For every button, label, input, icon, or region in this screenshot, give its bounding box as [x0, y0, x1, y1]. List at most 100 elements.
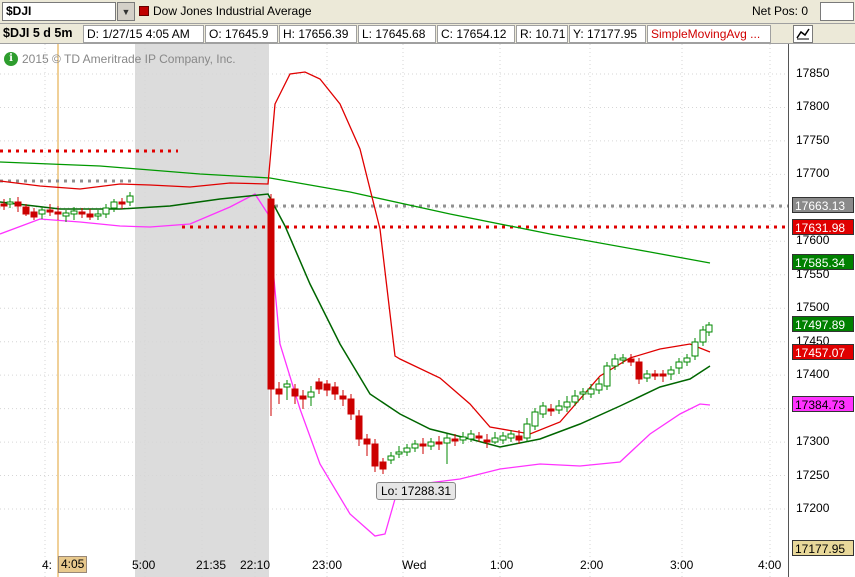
candle-up: [539, 405, 547, 415]
candle-up: [38, 209, 46, 215]
candle-down: [291, 388, 299, 397]
candle-up: [643, 373, 651, 379]
candle-up: [102, 207, 110, 215]
candle-up: [307, 391, 315, 398]
style-settings-button[interactable]: [793, 25, 813, 43]
time-tick-label: 4:00: [758, 558, 782, 572]
price-tick-label: 17750: [796, 132, 830, 147]
candle-down: [363, 438, 371, 445]
candle-up: [611, 358, 619, 367]
time-tick-label: Wed: [402, 558, 427, 572]
candle-down: [118, 201, 126, 205]
candle-down: [54, 211, 62, 215]
candle-up: [110, 201, 118, 209]
info-icon[interactable]: i: [4, 52, 18, 66]
price-tick-label: 17250: [796, 467, 830, 482]
candle-up: [579, 391, 587, 395]
candle-up: [499, 435, 507, 441]
price-marker-tag: 17497.89: [792, 316, 854, 332]
candle-up: [387, 455, 395, 461]
candle-down: [371, 443, 379, 467]
candle-up: [587, 388, 595, 395]
aggregation-label[interactable]: $DJI 5 d 5m: [2, 25, 82, 43]
info-bar: $DJI 5 d 5m D: 1/27/15 4:05 AM O: 17645.…: [0, 24, 855, 44]
candle-up: [699, 329, 707, 343]
candle-up: [523, 423, 531, 439]
price-tick-label: 17850: [796, 66, 830, 80]
study-cell[interactable]: SimpleMovingAvg ...: [647, 25, 771, 43]
time-tick-label: 5:00: [132, 558, 156, 572]
price-tick-label: 17200: [796, 501, 830, 515]
candle-down: [515, 435, 523, 441]
date-cell: D: 1/27/15 4:05 AM: [83, 25, 204, 43]
candle-up: [563, 401, 571, 408]
candle-down: [635, 361, 643, 380]
settings-icon: [796, 28, 810, 40]
net-position: Net Pos: 0: [752, 4, 809, 18]
candle-up: [667, 369, 675, 375]
time-tick-label: 3:00: [670, 558, 694, 572]
candle-down: [78, 211, 86, 215]
candle-up: [507, 433, 515, 439]
candle-down: [323, 383, 331, 391]
candle-up: [70, 210, 78, 215]
candle-up: [675, 361, 683, 369]
price-marker-tag: 17631.98: [792, 219, 854, 235]
candle-down: [14, 201, 22, 207]
candle-down: [435, 441, 443, 445]
symbol-input[interactable]: $DJI: [2, 2, 116, 21]
price-axis-ticks: 1785017800177501770017650176001755017500…: [789, 44, 855, 577]
candle-down: [627, 358, 635, 363]
candle-down: [46, 209, 54, 213]
symbol-description: Dow Jones Industrial Average: [153, 4, 312, 18]
candle-down: [379, 461, 387, 470]
candle-up: [6, 201, 14, 205]
price-tick-label: 17800: [796, 99, 830, 114]
price-marker-tag: 17177.95: [792, 540, 854, 556]
candle-down: [659, 373, 667, 377]
symbol-dropdown-button[interactable]: ▼: [117, 2, 135, 21]
price-tick-label: 17400: [796, 367, 830, 382]
toolbar: $DJI ▼ Dow Jones Industrial Average Net …: [0, 0, 855, 24]
time-tick-label: 1:00: [490, 558, 514, 572]
symbol-color-icon: [139, 6, 149, 16]
candle-up: [619, 357, 627, 361]
open-cell: O: 17645.9: [205, 25, 278, 43]
candle-up: [531, 411, 539, 427]
candle-down: [315, 381, 323, 390]
time-tick-label: 22:10: [240, 558, 271, 572]
candle-down: [347, 398, 355, 415]
candle-up: [705, 324, 713, 333]
time-tick-label: 2:00: [580, 558, 604, 572]
lower-band-line: [0, 193, 711, 537]
time-tick-label: 4:: [42, 558, 53, 572]
candle-down: [355, 415, 363, 440]
price-axis[interactable]: 1785017800177501770017650176001755017500…: [788, 44, 855, 577]
candle-down: [22, 206, 30, 215]
candle-up: [427, 441, 435, 447]
close-cell: C: 17654.12: [437, 25, 515, 43]
candle-down: [419, 443, 427, 447]
y-cell: Y: 17177.95: [569, 25, 646, 43]
range-cell: R: 10.71: [516, 25, 568, 43]
candle-up: [283, 383, 291, 388]
candle-up: [395, 451, 403, 455]
low-price-bubble: Lo: 17288.31: [376, 482, 457, 500]
candle-up: [595, 383, 603, 391]
candle-down: [0, 203, 8, 207]
price-marker-tag: 17663.13: [792, 197, 854, 213]
position-box[interactable]: [820, 2, 854, 21]
candle-down: [451, 438, 459, 442]
time-tick-label: 21:35: [196, 558, 227, 572]
candle-up: [603, 365, 611, 387]
candle-up: [467, 433, 475, 440]
candle-up: [62, 212, 70, 217]
candle-up: [691, 341, 699, 357]
candle-down: [651, 373, 659, 377]
candle-up: [403, 447, 411, 453]
candle-up: [571, 395, 579, 403]
price-marker-tag: 17384.73: [792, 396, 854, 412]
candle-down: [475, 435, 483, 439]
copyright-notice: i 2015 © TD Ameritrade IP Company, Inc.: [4, 52, 236, 66]
candle-up: [94, 213, 102, 217]
